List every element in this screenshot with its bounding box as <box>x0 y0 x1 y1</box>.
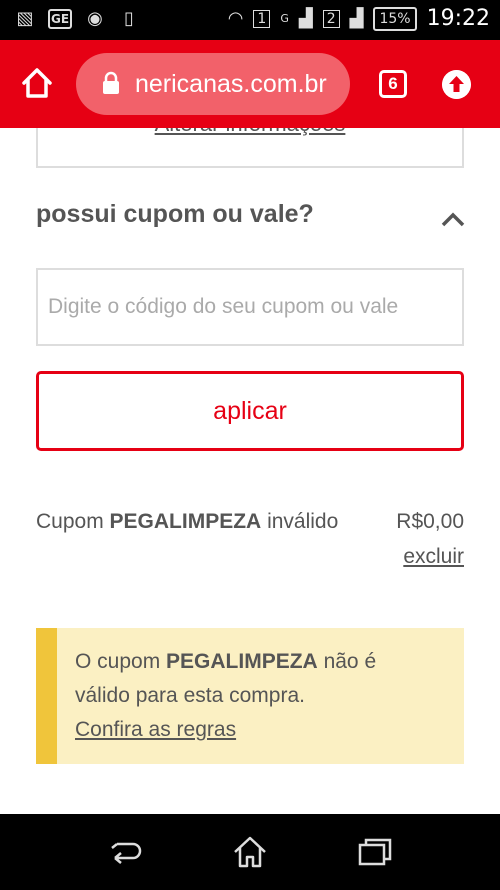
rules-link[interactable]: Confira as regras <box>75 713 236 747</box>
coupon-warning-alert: O cupom PEGALIMPEZA não é válido para es… <box>36 628 464 764</box>
signal-icon-2: ▟ <box>349 8 364 29</box>
sim2-badge: 2 <box>322 9 340 28</box>
home-icon[interactable] <box>20 66 54 100</box>
home-nav-icon[interactable] <box>230 832 270 872</box>
coupon-status-prefix: Cupom <box>36 510 104 533</box>
alert-message: O cupom PEGALIMPEZA não é válido para es… <box>75 645 435 713</box>
battery-indicator: 15% <box>373 6 417 31</box>
clock: 19:22 <box>426 6 490 31</box>
chevron-up-icon[interactable] <box>440 210 466 228</box>
network-type: G <box>280 12 289 25</box>
coupon-status: Cupom PEGALIMPEZA inválido <box>36 510 338 534</box>
phone-icon: ▯ <box>124 8 134 29</box>
page-content: Alterar informações possui cupom ou vale… <box>0 128 500 814</box>
system-navigation-bar <box>0 814 500 890</box>
alert-code: PEGALIMPEZA <box>166 650 318 673</box>
alter-info-link[interactable]: Alterar informações <box>38 128 462 137</box>
remove-coupon-link[interactable]: excluir <box>403 545 464 569</box>
address-card: Alterar informações <box>36 128 464 168</box>
status-bar: ▧ GE ◉ ▯ ◠ 1 G ▟ 2 ▟ 15% 19:22 <box>0 0 500 40</box>
coupon-discount-value: R$0,00 <box>396 510 464 533</box>
upload-icon[interactable] <box>442 70 471 99</box>
apply-coupon-button[interactable]: aplicar <box>36 371 464 451</box>
notification-icons: ▧ GE ◉ ▯ <box>14 8 140 30</box>
coupon-input[interactable] <box>36 268 464 346</box>
coupon-status-code: PEGALIMPEZA <box>109 510 262 533</box>
sim1-badge: 1 <box>253 9 271 28</box>
alert-accent-bar <box>36 628 57 764</box>
signal-icon-1: ▟ <box>298 8 313 29</box>
coupon-status-suffix: inválido <box>267 510 339 533</box>
url-text[interactable]: nericanas.com.br <box>135 67 340 101</box>
alert-prefix: O cupom <box>75 650 161 673</box>
ge-icon: GE <box>48 9 72 29</box>
back-icon[interactable] <box>105 832 145 872</box>
coupon-heading: possui cupom ou vale? <box>36 200 314 228</box>
recents-icon[interactable] <box>355 832 395 872</box>
wifi-icon: ◠ <box>227 8 244 29</box>
gallery-icon: ▧ <box>16 8 34 29</box>
music-icon: ◉ <box>87 8 103 29</box>
lock-icon <box>103 71 119 94</box>
tab-switcher-button[interactable]: 6 <box>379 70 407 98</box>
